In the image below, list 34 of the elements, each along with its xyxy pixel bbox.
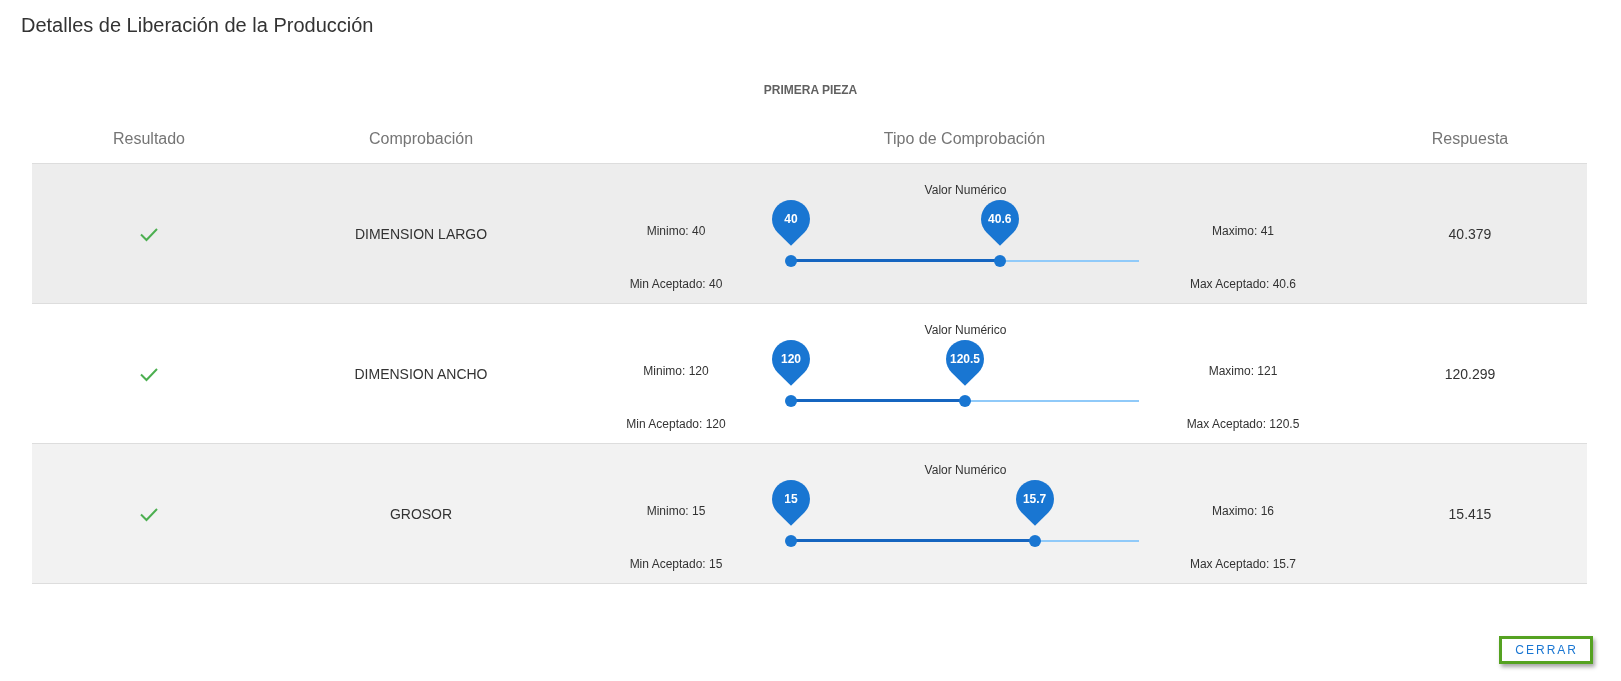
dialog-title: Detalles de Liberación de la Producción (20, 13, 375, 37)
minimum-label: Minimo: 40 (645, 224, 707, 238)
min-accepted-label: Min Aceptado: 120 (625, 416, 727, 431)
section-title: PRIMERA PIEZA (763, 83, 858, 97)
max-accepted-label: Max Aceptado: 15.7 (1188, 556, 1298, 571)
type-label: Valor Numérico (923, 323, 1008, 337)
type-label: Valor Numérico (923, 183, 1008, 197)
slider-thumb[interactable] (785, 255, 797, 267)
maximum-label: Maximo: 121 (1207, 364, 1279, 378)
max-accepted-label: Max Aceptado: 120.5 (1185, 416, 1301, 431)
slider-thumb[interactable] (785, 395, 797, 407)
column-header: Tipo de Comprobación (883, 130, 1046, 148)
check-name: GROSOR (389, 505, 453, 522)
column-header: Comprobación (368, 130, 474, 148)
slider-thumb[interactable] (1028, 535, 1041, 547)
check-name: DIMENSION ANCHO (354, 365, 488, 382)
max-accepted-label: Max Aceptado: 40.6 (1188, 276, 1298, 291)
minimum-label: Minimo: 15 (645, 504, 707, 518)
close-button[interactable]: CERRAR (1499, 636, 1593, 664)
column-header: Respuesta (1431, 130, 1509, 148)
maximum-label: Maximo: 41 (1211, 224, 1275, 238)
slider-thumb[interactable] (785, 535, 797, 547)
min-accepted-label: Min Aceptado: 15 (628, 556, 724, 571)
minimum-label: Minimo: 120 (642, 364, 710, 378)
min-accepted-label: Min Aceptado: 40 (628, 276, 724, 291)
answer-value: 40.379 (1448, 225, 1492, 242)
column-header: Resultado (112, 130, 185, 148)
answer-value: 15.415 (1448, 505, 1492, 522)
check-name: DIMENSION LARGO (354, 225, 488, 242)
slider-thumb[interactable] (993, 255, 1006, 267)
type-label: Valor Numérico (923, 463, 1008, 477)
maximum-label: Maximo: 16 (1211, 504, 1275, 518)
answer-value: 120.299 (1444, 365, 1496, 382)
slider-thumb[interactable] (959, 395, 971, 407)
